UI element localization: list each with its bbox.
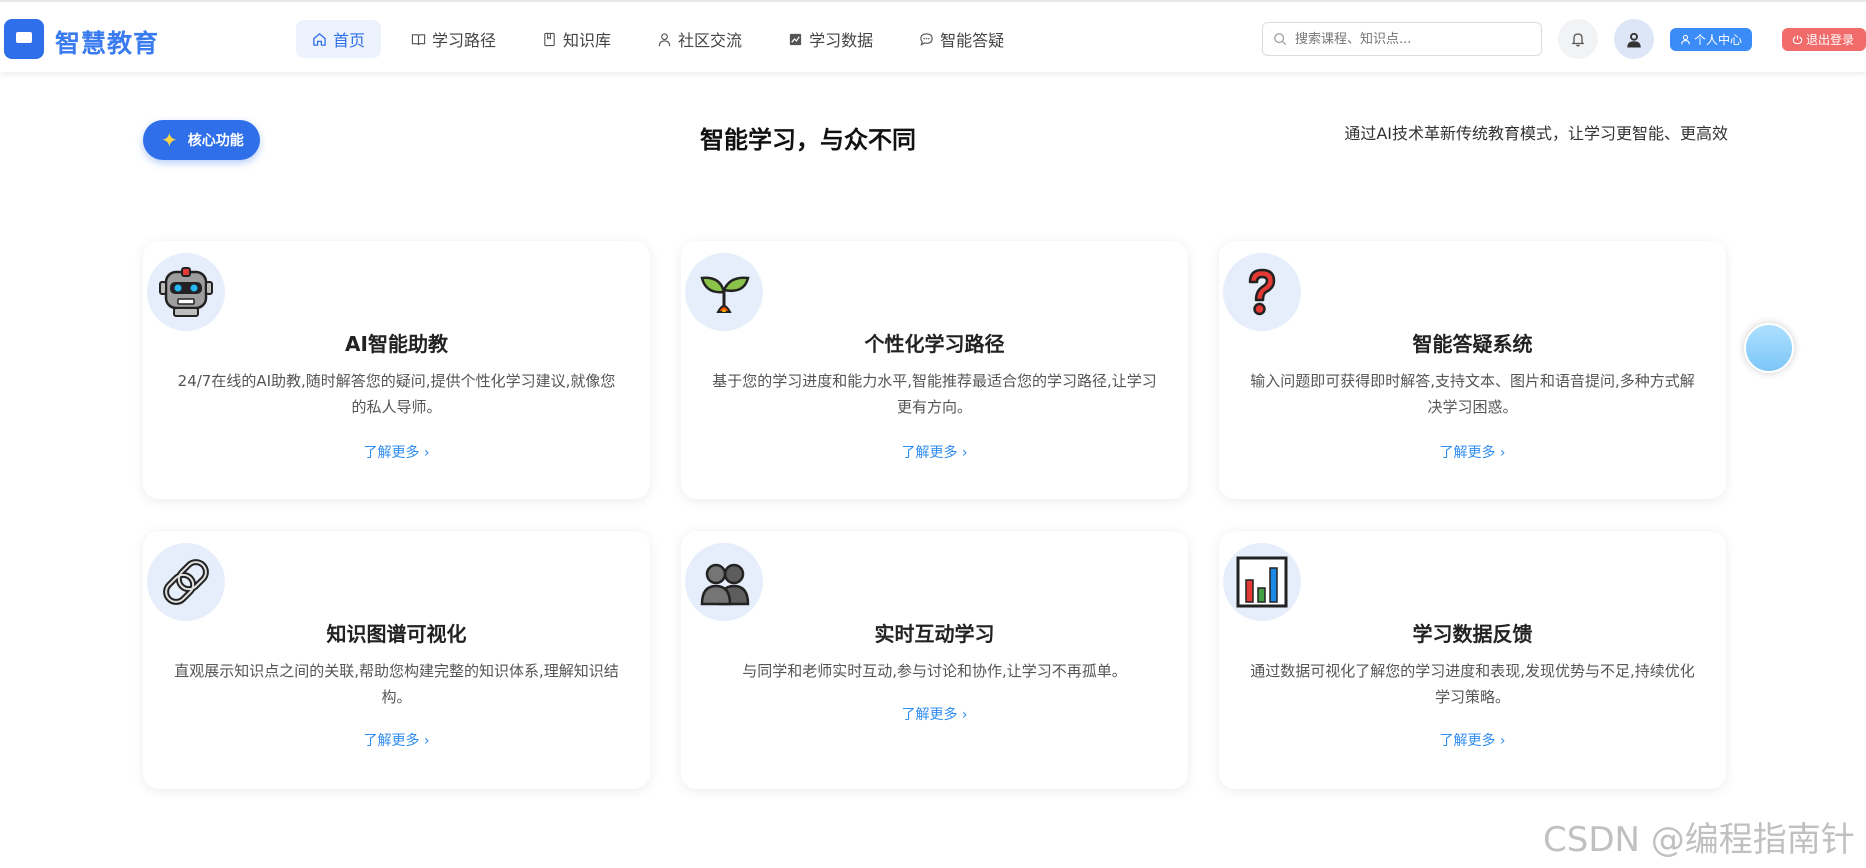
avatar[interactable] [1614,19,1654,59]
chat-icon [920,32,933,46]
learn-more-label: 了解更多 [901,707,958,723]
feature-title: 个性化学习路径 [864,332,1005,356]
learn-more-label: 了解更多 [1439,445,1496,461]
search-input[interactable] [1293,30,1527,48]
feature-icon-wrap [147,543,225,621]
nav-item-smart-qa[interactable]: 智能答疑 [903,20,1020,58]
learn-more-link[interactable]: 了解更多 › [143,442,650,462]
chevron-right-icon: › [423,445,430,461]
brand-name[interactable]: 智慧教育 [55,24,159,60]
book-open-icon [411,33,426,45]
feature-icon-wrap [147,253,225,331]
learn-more-label: 了解更多 [363,733,420,749]
learn-more-link[interactable]: 了解更多 › [143,730,650,750]
feature-title: 智能答疑系统 [1412,332,1533,356]
feature-card-learning-feedback: 学习数据反馈 通过数据可视化了解您的学习进度和表现,发现优势与不足,持续优化学习… [1219,531,1726,789]
feature-desc: 输入问题即可获得即时解答,支持文本、图片和语音提问,多种方式解决学习困惑。 [1250,372,1695,416]
feature-desc: 通过数据可视化了解您的学习进度和表现,发现优势与不足,持续优化学习策略。 [1250,662,1695,706]
nav-item-label: 学习数据 [809,31,874,50]
nav-item-learning-path[interactable]: 学习路径 [395,20,512,58]
link-icon [163,559,209,605]
top-navbar: 智慧教育 首页 学习路径 知识库 社区交流 学习数据 智能答疑 搜索课程、知识点… [0,0,1866,72]
search-box[interactable] [1262,22,1542,56]
section-subtitle: 通过AI技术革新传统教育模式，让学习更智能、更高效 [1344,124,1728,143]
search-icon [1274,33,1287,46]
logo-icon[interactable] [4,19,44,59]
logout-button[interactable]: 退出登录 [1782,28,1866,51]
feature-card-realtime-interaction: 实时互动学习 与同学和老师实时互动,参与讨论和协作,让学习不再孤单。 了解更多 … [681,531,1188,789]
core-features-badge: ✦ 核心功能 [143,120,260,160]
notification-button[interactable] [1558,19,1598,59]
chevron-right-icon: › [423,733,430,749]
user-icon [1681,34,1690,45]
nav-item-label: 智能答疑 [940,31,1005,50]
feature-card-knowledge-graph: 知识图谱可视化 直观展示知识点之间的关联,帮助您构建完整的知识体系,理解知识结构… [143,531,650,789]
bookmark-book-icon [544,32,555,46]
logout-button-label: 退出登录 [1806,33,1855,47]
feature-desc: 与同学和老师实时互动,参与讨论和协作,让学习不再孤单。 [742,662,1127,680]
bell-icon [1571,33,1585,47]
seedling-icon [700,276,750,313]
user-avatar-icon [1627,32,1641,48]
feature-card-smart-qa: 智能答疑系统 输入问题即可获得即时解答,支持文本、图片和语音提问,多种方式解决学… [1219,241,1726,499]
question-mark-icon [1248,268,1276,316]
chevron-right-icon: › [961,445,968,461]
feature-desc: 24/7在线的AI助教,随时解答您的疑问,提供个性化学习建议,就像您的私人导师。 [177,372,616,416]
home-icon [313,32,326,46]
badge-label: 核心功能 [187,133,244,149]
chart-icon [789,33,802,45]
learn-more-label: 了解更多 [363,445,420,461]
nav-item-learning-data[interactable]: 学习数据 [772,20,889,58]
nav-item-home[interactable]: 首页 [296,20,382,58]
robot-icon [159,267,213,317]
learn-more-link[interactable]: 了解更多 › [1219,442,1726,462]
floating-assistant-button[interactable] [1744,323,1794,373]
learn-more-label: 了解更多 [901,445,958,461]
nav-item-label: 学习路径 [432,31,497,50]
nav-item-label: 社区交流 [678,31,743,50]
feature-icon-wrap [685,543,763,621]
nav-item-knowledge-base[interactable]: 知识库 [526,20,627,58]
learn-more-label: 了解更多 [1439,733,1496,749]
learn-more-link[interactable]: 了解更多 › [1219,730,1726,750]
chevron-right-icon: › [1499,445,1506,461]
chevron-right-icon: › [1499,733,1506,749]
power-icon [1792,35,1803,45]
watermark: CSDN @编程指南针 [1543,820,1855,860]
bar-chart-icon [1236,556,1288,608]
feature-icon-wrap [685,253,763,331]
feature-card-learning-path: 个性化学习路径 基于您的学习进度和能力水平,智能推荐最适合您的学习路径,让学习更… [681,241,1188,499]
feature-title: 实时互动学习 [874,622,995,646]
profile-button[interactable]: 个人中心 [1670,28,1753,51]
people-icon [700,563,750,606]
user-icon [658,32,671,46]
feature-desc: 基于您的学习进度和能力水平,智能推荐最适合您的学习路径,让学习更有方向。 [712,372,1157,416]
feature-title: 学习数据反馈 [1412,622,1533,646]
feature-desc: 直观展示知识点之间的关联,帮助您构建完整的知识体系,理解知识结构。 [174,662,619,706]
chevron-right-icon: › [961,707,968,723]
feature-card-ai-assistant: AI智能助教 24/7在线的AI助教,随时解答您的疑问,提供个性化学习建议,就像… [143,241,650,499]
feature-title: 知识图谱可视化 [326,622,467,646]
section-title: 智能学习，与众不同 [700,126,916,154]
feature-icon-wrap [1223,543,1301,621]
feature-title: AI智能助教 [345,332,448,356]
learn-more-link[interactable]: 了解更多 › [681,704,1188,724]
feature-icon-wrap [1223,253,1301,331]
profile-button-label: 个人中心 [1694,33,1743,47]
nav-item-label: 首页 [333,31,366,50]
sparkle-icon: ✦ [161,128,178,152]
nav-item-label: 知识库 [563,31,612,50]
learn-more-link[interactable]: 了解更多 › [681,442,1188,462]
main-nav: 首页 学习路径 知识库 社区交流 学习数据 智能答疑 [296,20,1034,58]
nav-item-community[interactable]: 社区交流 [641,20,758,58]
